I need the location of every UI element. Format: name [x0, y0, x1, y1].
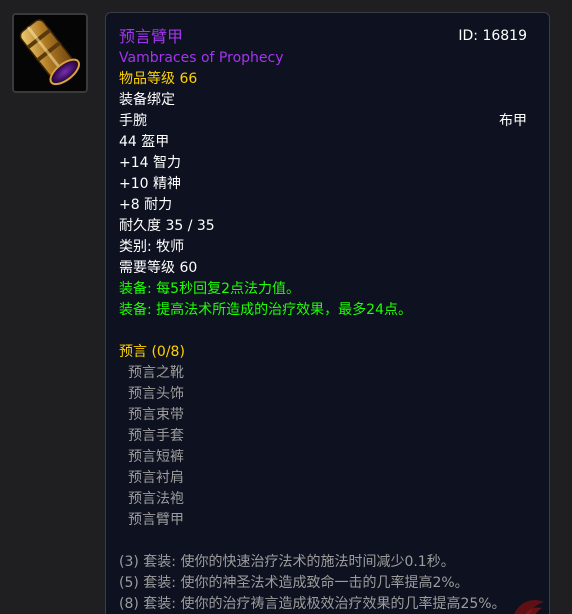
set-piece[interactable]: 预言法袍 — [128, 489, 184, 510]
set-piece[interactable]: 预言衬肩 — [128, 468, 184, 489]
site-logo-icon — [508, 590, 548, 614]
set-bonus: (5) 套装: 使你的神圣法术造成致命一击的几率提高2%。 — [119, 575, 469, 591]
stat-line: +10 精神 — [119, 176, 181, 192]
item-level-req: 需要等级 60 — [119, 260, 198, 276]
set-bonus: (3) 套装: 使你的快速治疗法术的施法时间减少0.1秒。 — [119, 554, 455, 570]
item-name-en: Vambraces of Prophecy — [119, 50, 284, 66]
item-armor-type: 布甲 — [499, 113, 527, 129]
set-piece[interactable]: 预言短裤 — [128, 447, 184, 468]
set-piece[interactable]: 预言束带 — [128, 405, 184, 426]
equip-effect: 装备: 提高法术所造成的治疗效果，最多24点。 — [119, 302, 412, 318]
item-level: 物品等级 66 — [119, 71, 198, 87]
item-slot: 手腕 — [119, 113, 147, 129]
set-piece[interactable]: 预言之靴 — [128, 363, 184, 384]
vambraces-icon — [12, 13, 88, 93]
set-piece[interactable]: 预言手套 — [128, 426, 184, 447]
set-piece[interactable]: 预言头饰 — [128, 384, 184, 405]
item-armor: 44 盔甲 — [119, 134, 170, 150]
item-name-cn: 预言臂甲 — [119, 27, 184, 46]
set-bonus: (8) 套装: 使你的治疗祷言造成极效治疗效果的几率提高25%。 — [119, 596, 506, 612]
stat-line: +14 智力 — [119, 155, 181, 171]
item-binding: 装备绑定 — [119, 92, 175, 108]
set-piece[interactable]: 预言臂甲 — [128, 510, 184, 531]
set-name: 预言 (0/8) — [119, 344, 185, 360]
stat-line: +8 耐力 — [119, 197, 173, 213]
equip-effect: 装备: 每5秒回复2点法力值。 — [119, 281, 300, 297]
item-id: ID: 16819 — [458, 28, 527, 44]
item-class-req: 类别: 牧师 — [119, 239, 185, 255]
item-tooltip: 预言臂甲 ID: 16819 Vambraces of Prophecy 物品等… — [105, 12, 550, 614]
item-durability: 耐久度 35 / 35 — [119, 218, 215, 234]
